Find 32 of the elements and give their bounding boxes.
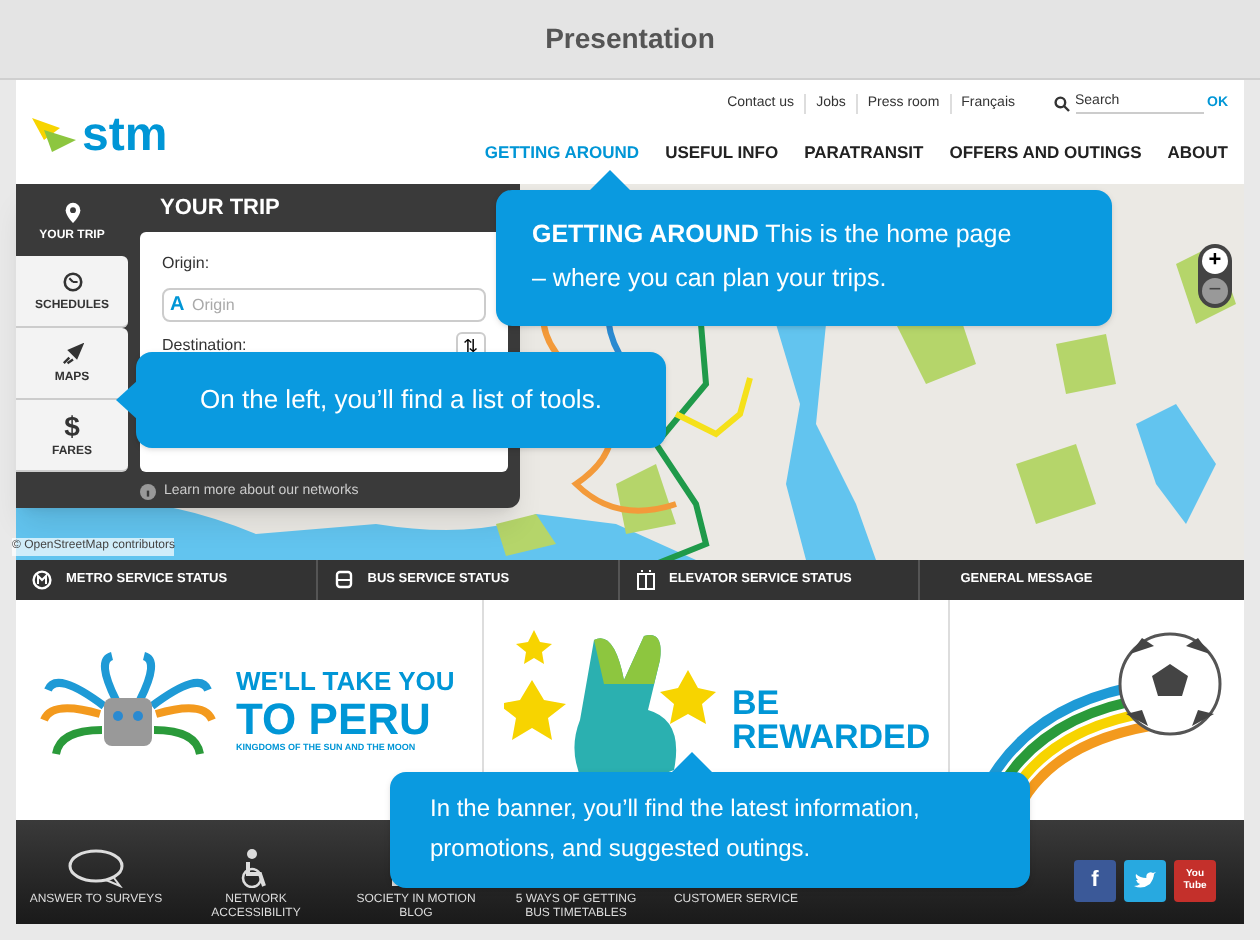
facebook-button[interactable]: f xyxy=(1074,860,1116,902)
twitter-button[interactable] xyxy=(1124,860,1166,902)
dollar-icon: $ xyxy=(64,412,80,440)
zoom-in-button[interactable]: + xyxy=(1202,248,1228,274)
elevator-icon xyxy=(635,570,655,590)
tooltip-arrow xyxy=(588,170,632,192)
tooltip-arrow xyxy=(116,380,138,420)
nav-tab[interactable]: ABOUT xyxy=(1167,140,1228,166)
panel-title: YOUR TRIP xyxy=(158,194,282,224)
speech-bubble-icon xyxy=(66,848,126,888)
nav-tab[interactable]: PARATRANSIT xyxy=(804,140,924,166)
nav-tab[interactable]: USEFUL INFO xyxy=(665,140,779,166)
banner-headline: REWARDED xyxy=(732,720,931,754)
arrows-logo-icon xyxy=(32,118,76,154)
origin-label: Origin: xyxy=(162,252,212,276)
clock-icon xyxy=(61,270,83,294)
bus-icon xyxy=(333,570,354,590)
tooltip-arrow xyxy=(670,752,714,774)
search-icon xyxy=(1053,96,1069,112)
origin-marker: A xyxy=(170,291,185,319)
bird-icon xyxy=(1134,872,1156,890)
rocket-icon xyxy=(61,342,83,366)
destination-label: Destination: xyxy=(162,334,247,358)
pin-icon xyxy=(61,199,83,223)
info-icon xyxy=(140,484,156,501)
metro-icon xyxy=(32,570,52,590)
nav-tab[interactable]: OFFERS AND OUTINGS xyxy=(949,140,1142,166)
banner-headline: WE'LL TAKE YOU xyxy=(236,667,455,694)
banner-headline: TO PERU xyxy=(236,697,433,742)
banner-headline: BE xyxy=(732,686,782,720)
window-title: Presentation xyxy=(545,20,715,58)
logo-text: stm xyxy=(82,112,168,160)
